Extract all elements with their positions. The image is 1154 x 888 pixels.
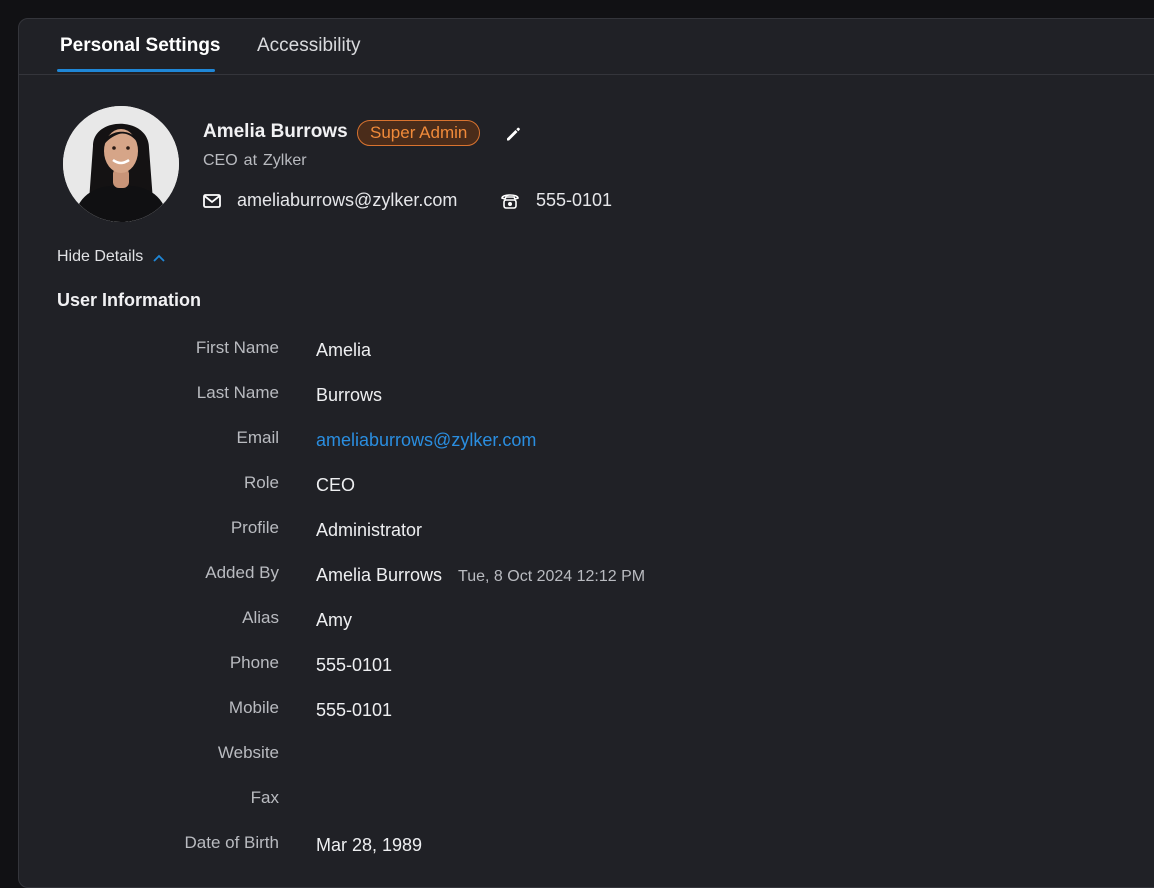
pencil-icon[interactable] — [504, 125, 522, 143]
chevron-up-icon — [153, 254, 165, 262]
profile-role: CEO — [203, 152, 238, 169]
avatar-image — [63, 106, 179, 222]
profile-phone-text: 555-0101 — [536, 190, 613, 210]
profile-subtitle: CEO at Zylker — [203, 152, 307, 170]
info-label: Role — [244, 473, 279, 492]
info-label: Alias — [242, 608, 279, 627]
info-label: Date of Birth — [184, 833, 280, 852]
info-value: Burrows — [316, 385, 383, 405]
profile-name: Amelia Burrows — [203, 121, 348, 142]
info-label: Phone — [229, 653, 279, 672]
info-row-email: Email ameliaburrows@zylker.com — [19, 428, 919, 468]
profile-phone[interactable]: 555-0101 — [500, 190, 612, 211]
info-value: Amelia Burrows Tue, 8 Oct 2024 12:12 PM — [316, 565, 645, 586]
info-row-last-name: Last Name Burrows — [19, 383, 919, 423]
profile-email-text: ameliaburrows@zylker.com — [237, 190, 458, 210]
info-label: Last Name — [196, 383, 279, 402]
info-row-profile: Profile Administrator — [19, 518, 919, 558]
info-value: 555-0101 — [316, 700, 393, 720]
profile-company: Zylker — [263, 152, 307, 169]
tab-personal-settings[interactable]: Personal Settings — [60, 35, 221, 57]
info-label: Added By — [205, 563, 279, 582]
info-label: Email — [236, 428, 279, 447]
avatar[interactable] — [63, 106, 179, 222]
info-value: Mar 28, 1989 — [316, 835, 423, 855]
info-label: First Name — [195, 338, 279, 357]
info-value: Amelia — [316, 340, 372, 360]
info-label: Profile — [230, 518, 279, 537]
hide-details-toggle[interactable]: Hide Details — [57, 248, 165, 266]
info-row-date-of-birth: Date of Birth Mar 28, 1989 — [19, 833, 919, 873]
info-value: Administrator — [316, 520, 423, 540]
info-row-website: Website — [19, 743, 919, 783]
info-row-alias: Alias Amy — [19, 608, 919, 648]
personal-settings-panel: Personal Settings Accessibility Amelia B… — [18, 18, 1154, 888]
info-value: Amy — [316, 610, 352, 630]
info-label: Mobile — [228, 698, 279, 717]
tab-accessibility[interactable]: Accessibility — [257, 35, 360, 57]
email-link[interactable]: ameliaburrows@zylker.com — [316, 430, 536, 451]
info-row-phone: Phone 555-0101 — [19, 653, 919, 693]
added-by-timestamp: Tue, 8 Oct 2024 12:12 PM — [458, 568, 646, 585]
active-tab-indicator — [57, 69, 215, 72]
info-label: Fax — [250, 788, 279, 807]
profile-at: at — [243, 152, 258, 169]
mail-icon — [203, 193, 221, 208]
info-value: CEO — [316, 475, 356, 495]
info-row-role: Role CEO — [19, 473, 919, 513]
telephone-icon — [501, 193, 519, 209]
hide-details-label: Hide Details — [57, 248, 144, 265]
added-by-name: Amelia Burrows — [316, 565, 443, 585]
info-row-added-by: Added By Amelia Burrows Tue, 8 Oct 2024 1… — [19, 563, 919, 603]
role-badge: Super Admin — [357, 120, 481, 146]
info-row-mobile: Mobile 555-0101 — [19, 698, 919, 738]
info-value: 555-0101 — [316, 655, 393, 675]
info-label: Website — [217, 743, 279, 762]
user-information-title: User Information — [57, 290, 202, 310]
info-row-first-name: First Name Amelia — [19, 338, 919, 378]
settings-tabs: Personal Settings Accessibility — [19, 19, 1154, 75]
info-row-fax: Fax — [19, 788, 919, 828]
profile-email[interactable]: ameliaburrows@zylker.com — [203, 190, 457, 211]
